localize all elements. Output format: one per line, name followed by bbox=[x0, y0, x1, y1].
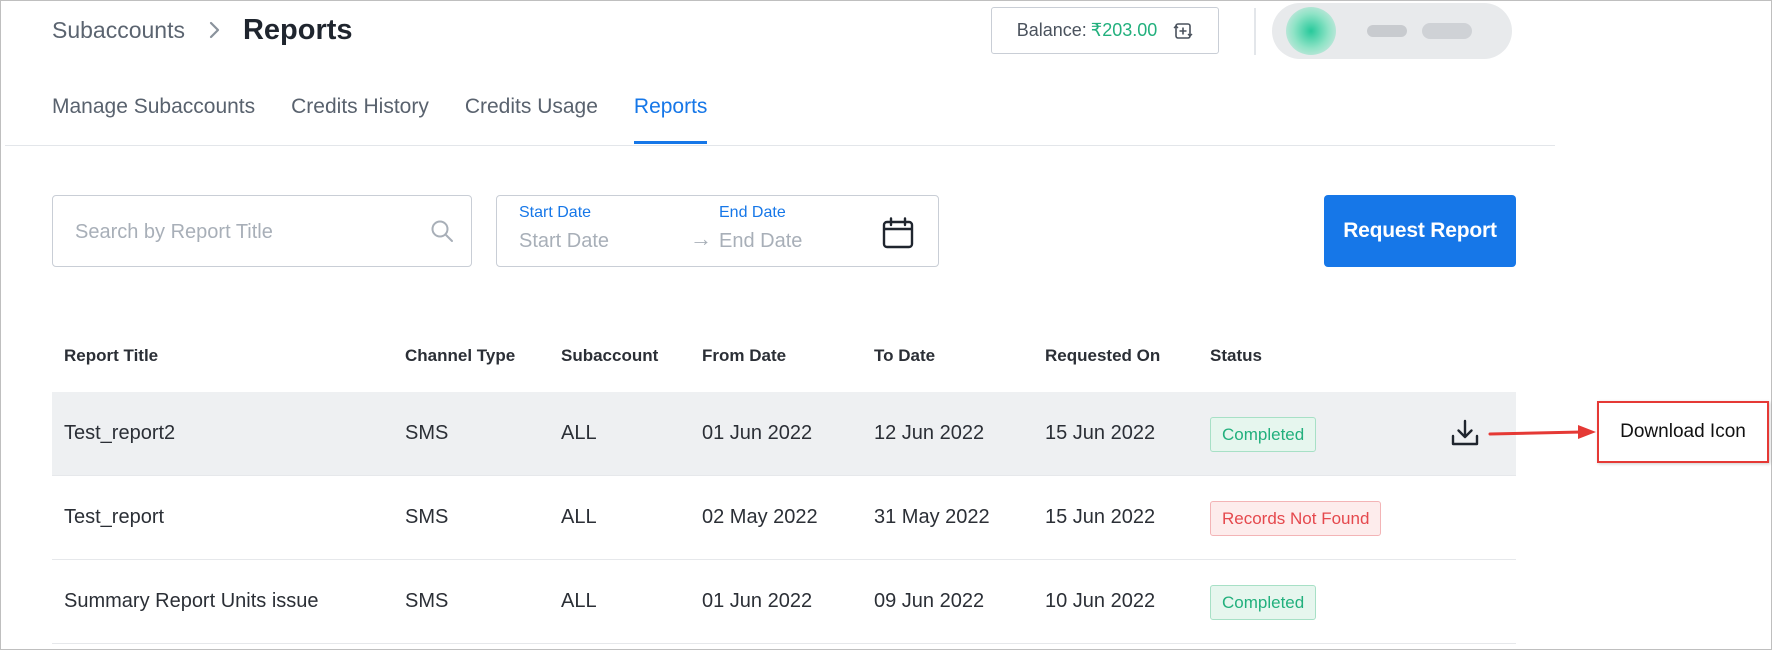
chevron-right-icon bbox=[209, 20, 221, 40]
cell-to-date: 12 Jun 2022 bbox=[874, 422, 985, 444]
cell-channel-type: SMS bbox=[405, 422, 449, 444]
cell-subaccount: ALL bbox=[561, 590, 597, 612]
tab-manage-subaccounts[interactable]: Manage Subaccounts bbox=[52, 95, 255, 144]
tab-reports[interactable]: Reports bbox=[633, 95, 707, 144]
balance-amount: ₹203.00 bbox=[1090, 20, 1158, 40]
cell-requested-on: 15 Jun 2022 bbox=[1045, 506, 1156, 528]
status-badge: Records Not Found bbox=[1210, 501, 1382, 536]
column-header-channel-type: Channel Type bbox=[405, 346, 516, 365]
tab-credits-history[interactable]: Credits History bbox=[291, 95, 429, 144]
annotation-arrow bbox=[1488, 420, 1600, 449]
calendar-icon[interactable] bbox=[881, 216, 915, 255]
tab-credits-usage[interactable]: Credits Usage bbox=[465, 95, 598, 144]
column-header-requested-on: Requested On bbox=[1045, 346, 1161, 365]
annotation-callout: Download Icon bbox=[1597, 401, 1769, 463]
end-date-input[interactable]: End Date bbox=[719, 230, 802, 253]
column-header-status: Status bbox=[1210, 346, 1262, 365]
column-header-report-title: Report Title bbox=[64, 346, 159, 365]
table-row[interactable]: Summary Report Units issue SMS ALL 01 Ju… bbox=[52, 560, 1516, 644]
table-row[interactable]: Test_report SMS ALL 02 May 2022 31 May 2… bbox=[52, 476, 1516, 560]
cell-channel-type: SMS bbox=[405, 590, 449, 612]
date-range-separator: → bbox=[690, 226, 712, 251]
cell-requested-on: 15 Jun 2022 bbox=[1045, 422, 1156, 444]
cell-subaccount: ALL bbox=[561, 506, 597, 528]
page-title: Reports bbox=[242, 13, 353, 46]
column-header-from-date: From Date bbox=[702, 346, 787, 365]
search-icon[interactable] bbox=[429, 218, 455, 249]
breadcrumb: Subaccounts Reports bbox=[52, 12, 353, 48]
cell-to-date: 09 Jun 2022 bbox=[874, 590, 985, 612]
breadcrumb-parent[interactable]: Subaccounts bbox=[52, 17, 185, 44]
cell-channel-type: SMS bbox=[405, 506, 449, 528]
cell-from-date: 01 Jun 2022 bbox=[702, 422, 813, 444]
end-date-label: End Date bbox=[719, 204, 786, 221]
search-box bbox=[52, 195, 472, 267]
account-avatar[interactable] bbox=[1272, 3, 1512, 59]
cell-subaccount: ALL bbox=[561, 422, 597, 444]
cell-report-title: Summary Report Units issue bbox=[64, 590, 319, 612]
cell-requested-on: 10 Jun 2022 bbox=[1045, 590, 1156, 612]
download-icon[interactable] bbox=[1450, 418, 1480, 453]
column-header-subaccount: Subaccount bbox=[561, 346, 659, 365]
cell-from-date: 02 May 2022 bbox=[702, 506, 818, 528]
search-input[interactable] bbox=[75, 218, 415, 246]
cell-to-date: 31 May 2022 bbox=[874, 506, 990, 528]
cell-report-title: Test_report bbox=[64, 506, 165, 528]
status-badge: Completed bbox=[1210, 417, 1317, 452]
cell-report-title: Test_report2 bbox=[64, 422, 176, 444]
balance-widget[interactable]: Balance: ₹203.00 bbox=[991, 7, 1219, 54]
table-header: Report Title Channel Type Subaccount Fro… bbox=[52, 330, 1516, 382]
recharge-icon[interactable] bbox=[1173, 21, 1193, 41]
cell-from-date: 01 Jun 2022 bbox=[702, 590, 813, 612]
start-date-input[interactable]: Start Date bbox=[519, 230, 609, 253]
header-divider bbox=[1254, 8, 1256, 55]
request-report-button[interactable]: Request Report bbox=[1324, 195, 1516, 267]
table-row[interactable]: Test_report2 SMS ALL 01 Jun 2022 12 Jun … bbox=[52, 392, 1516, 476]
tab-bar: Manage Subaccounts Credits History Credi… bbox=[52, 95, 743, 144]
date-range-picker[interactable]: Start Date Start Date → End Date End Dat… bbox=[496, 195, 939, 267]
balance-label: Balance: bbox=[1016, 20, 1087, 40]
status-badge: Completed bbox=[1210, 585, 1317, 620]
column-header-to-date: To Date bbox=[874, 346, 936, 365]
start-date-label: Start Date bbox=[519, 204, 592, 221]
tabs-divider bbox=[5, 145, 1555, 146]
